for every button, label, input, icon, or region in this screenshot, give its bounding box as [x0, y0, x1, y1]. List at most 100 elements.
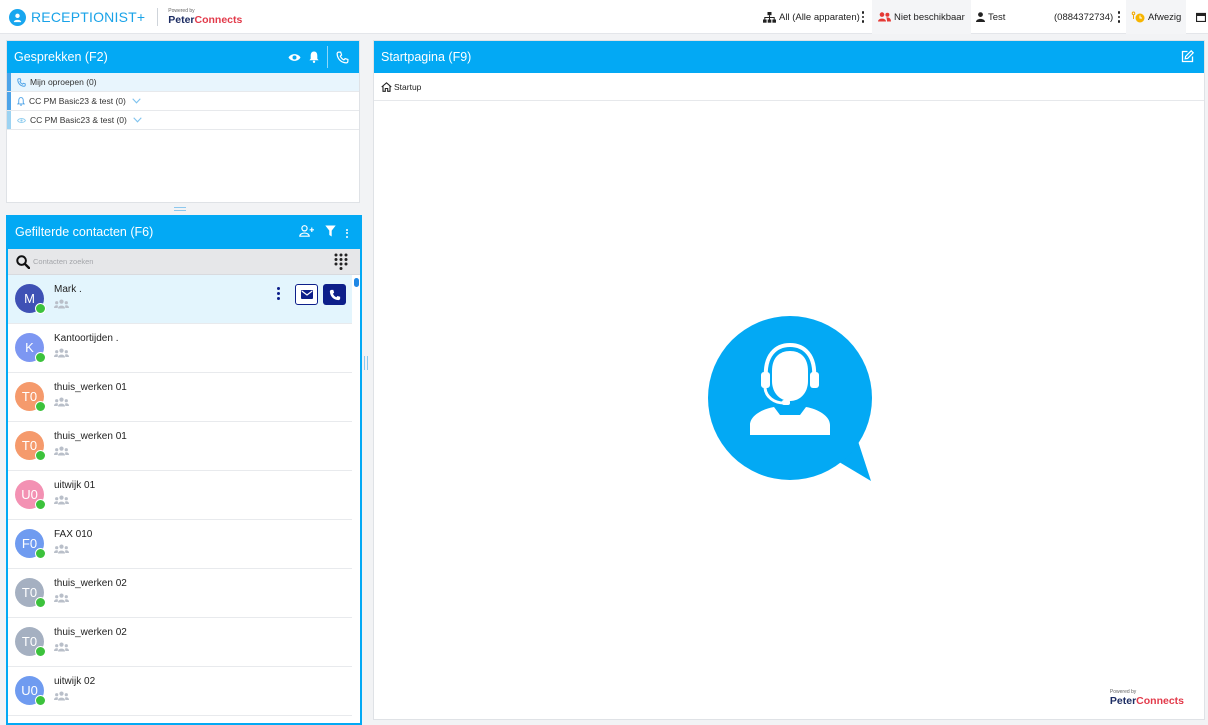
group-icon: [54, 446, 69, 456]
presence-label: Afwezig: [1148, 11, 1182, 23]
avatar: M: [15, 284, 46, 314]
group-icon: [54, 299, 69, 309]
avatar-initials: U0: [21, 487, 38, 502]
edit-icon[interactable]: [1181, 50, 1194, 63]
contact-item[interactable]: T0 thuis_werken 02: [8, 569, 352, 618]
gesprekken-row-queue-eye[interactable]: CC PM Basic23 & test (0): [7, 111, 359, 130]
calendar-icon: [1196, 12, 1206, 22]
group-icon: [54, 348, 69, 358]
row-color-bar: [7, 73, 11, 91]
gesprekken-title: Gesprekken (F2): [14, 50, 108, 64]
scrollbar-thumb[interactable]: [354, 278, 359, 287]
contact-name: thuis_werken 01: [54, 382, 127, 393]
bell-icon[interactable]: [309, 51, 319, 63]
user-menu[interactable]: Test: [976, 0, 1005, 34]
users-icon: [878, 12, 891, 22]
contacts-scrollbar[interactable]: [354, 275, 359, 725]
vertical-splitter-handle[interactable]: [364, 356, 368, 370]
contact-item[interactable]: T0 thuis_werken 01: [8, 422, 352, 471]
phone-icon: [17, 77, 26, 87]
avatar: T0: [15, 382, 46, 412]
contact-item[interactable]: M Mark .: [8, 275, 352, 324]
headset-operator-icon: [708, 316, 872, 481]
peterconnects-footer-logo: Powered by PeterConnects: [1110, 689, 1184, 707]
phone-number: (0884372734): [1054, 11, 1114, 23]
bell-icon: [17, 96, 25, 106]
avatar-initials: K: [25, 340, 34, 355]
phone-number-display[interactable]: (0884372734): [1054, 0, 1113, 34]
avatar: U0: [15, 480, 46, 510]
contact-item[interactable]: U0 uitwijk 01: [8, 471, 352, 520]
contact-name: thuis_werken 01: [54, 431, 127, 442]
top-bar: RECEPTIONIST+ Powered by PeterConnects A…: [0, 0, 1208, 34]
online-status-dot: [35, 499, 46, 510]
breadcrumb-startup[interactable]: Startup: [394, 82, 421, 92]
vendor-name-part2: Connects: [194, 13, 243, 26]
contact-item[interactable]: U0 uitwijk 02: [8, 667, 352, 716]
avatar-initials: U0: [21, 683, 38, 698]
eye-icon: [17, 117, 26, 124]
avatar: K: [15, 333, 46, 363]
call-button[interactable]: [323, 284, 346, 305]
contact-item[interactable]: K Kantoortijden .: [8, 324, 352, 373]
availability-button[interactable]: Niet beschikbaar: [872, 0, 971, 34]
contacts-search-bar: [8, 249, 360, 275]
group-icon: [54, 495, 69, 505]
online-status-dot: [35, 548, 46, 559]
contact-name: thuis_werken 02: [54, 627, 127, 638]
gesprekken-row-my-calls[interactable]: Mijn oproepen (0): [7, 73, 359, 92]
home-icon[interactable]: [381, 81, 392, 92]
row-label: CC PM Basic23 & test (0): [30, 115, 127, 125]
startpagina-title: Startpagina (F9): [381, 50, 472, 64]
dialpad-icon[interactable]: [334, 253, 348, 271]
contacts-menu-button[interactable]: [346, 228, 348, 238]
contacts-title: Gefilterde contacten (F6): [15, 225, 154, 239]
chevron-down-icon[interactable]: [132, 98, 141, 104]
brand-divider: [157, 8, 159, 26]
panel-resize-handle[interactable]: [174, 207, 186, 211]
contact-menu-button[interactable]: [277, 287, 280, 300]
app-name: RECEPTIONIST+: [31, 9, 146, 25]
contact-item[interactable]: T0 thuis_werken 02: [8, 618, 352, 667]
gesprekken-row-queue-bell[interactable]: CC PM Basic23 & test (0): [7, 92, 359, 111]
online-status-dot: [35, 695, 46, 706]
search-icon: [16, 254, 30, 269]
group-icon: [54, 593, 69, 603]
avatar-initials: T0: [21, 585, 38, 600]
user-label: Test: [988, 11, 1006, 23]
add-user-icon[interactable]: [299, 225, 315, 237]
avatar-initials: T0: [21, 438, 38, 453]
online-status-dot: [35, 597, 46, 608]
online-status-dot: [35, 646, 46, 657]
startpagina-header: Startpagina (F9): [374, 41, 1204, 73]
kebab-icon: [1116, 11, 1122, 23]
eye-icon[interactable]: [288, 53, 301, 62]
phone-menu-button[interactable]: [1116, 0, 1122, 34]
presence-button[interactable]: Afwezig: [1126, 0, 1187, 34]
filter-icon[interactable]: [325, 225, 336, 237]
phone-icon: [329, 289, 341, 301]
avatar: T0: [15, 627, 46, 657]
phone-icon[interactable]: [336, 51, 349, 64]
avatar: U0: [15, 676, 46, 706]
online-status-dot: [35, 352, 46, 363]
devices-label: All (Alle apparaten): [779, 11, 860, 23]
contacts-search-input[interactable]: [33, 257, 233, 266]
devices-selector[interactable]: All (Alle apparaten): [763, 0, 860, 34]
vendor-name-part2: Connects: [1136, 694, 1184, 707]
row-color-bar: [7, 111, 11, 129]
breadcrumb: Startup: [374, 73, 1204, 101]
chevron-down-icon[interactable]: [133, 117, 142, 123]
contacts-header: Gefilterde contacten (F6): [8, 215, 360, 249]
gesprekken-panel: Gesprekken (F2) Mijn oproepen (0) CC PM …: [6, 40, 360, 203]
avatar-initials: T0: [21, 634, 38, 649]
contact-item[interactable]: F0 FAX 010: [8, 520, 352, 569]
contact-item[interactable]: T0 thuis_werken 01: [8, 373, 352, 422]
group-icon: [54, 544, 69, 554]
devices-menu-button[interactable]: [860, 0, 866, 34]
calendar-button[interactable]: [1196, 0, 1206, 34]
group-icon: [54, 642, 69, 652]
email-button[interactable]: [295, 284, 318, 305]
peterconnects-logo: Powered by PeterConnects: [168, 8, 243, 26]
brand: RECEPTIONIST+ Powered by PeterConnects: [9, 8, 242, 26]
